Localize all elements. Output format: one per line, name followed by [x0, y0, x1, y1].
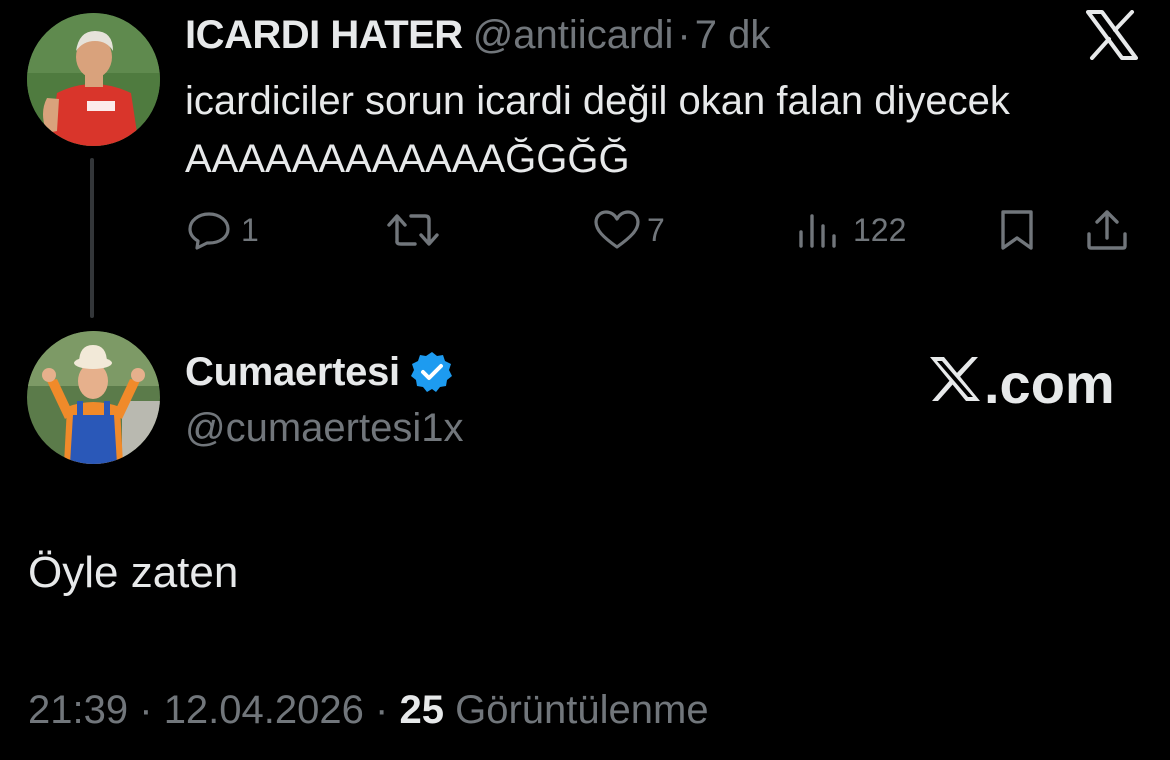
parent-author-handle[interactable]: @antiicardi — [473, 13, 674, 57]
like-button[interactable]: 7 — [593, 200, 665, 260]
bookmark-button[interactable] — [997, 200, 1037, 260]
like-count: 7 — [647, 211, 665, 248]
reply-icon — [187, 210, 231, 250]
avatar-icardi-hater[interactable] — [27, 13, 160, 146]
parent-tweet-actions: 1 7 122 — [185, 200, 1145, 260]
reply-author-handle[interactable]: @cumaertesi1x — [185, 404, 463, 452]
retweet-button[interactable] — [385, 200, 441, 260]
like-icon — [593, 209, 641, 251]
views-icon — [797, 210, 839, 250]
meta-separator: · — [139, 688, 153, 732]
bookmark-icon — [997, 208, 1037, 252]
views-label: Görüntülenme — [455, 688, 709, 732]
tweet-time[interactable]: 21:39 — [28, 688, 128, 732]
retweet-icon — [385, 210, 441, 250]
reply-author-name[interactable]: Cumaertesi — [185, 348, 400, 396]
tweet-date[interactable]: 12.04.2026 — [164, 688, 364, 732]
x-logo-icon[interactable] — [1086, 10, 1138, 60]
views-button[interactable]: 122 — [797, 200, 906, 260]
reply-tweet-body: Öyle zaten — [28, 548, 239, 597]
parent-tweet-text: icardiciler sorun icardi değil okan fala… — [185, 72, 1145, 188]
x-logo-icon — [928, 354, 984, 414]
x-com-watermark: .com — [928, 354, 1115, 414]
share-icon — [1085, 208, 1129, 252]
reply-count: 1 — [241, 211, 259, 248]
avatar-cumaertesi[interactable] — [27, 331, 160, 464]
share-button[interactable] — [1085, 200, 1129, 260]
parent-tweet-text-line1: icardiciler sorun icardi değil okan fala… — [185, 79, 1010, 123]
thread-connector-line — [90, 158, 94, 318]
parent-tweet-header: ICARDI HATER @antiicardi · 7 dk — [185, 12, 770, 58]
reply-button[interactable]: 1 — [187, 200, 259, 260]
meta-separator: · — [375, 688, 389, 732]
header-separator: · — [677, 13, 691, 57]
watermark-text: .com — [984, 352, 1115, 415]
reply-tweet-meta: 21:39 · 12.04.2026 · 25 Görüntülenme — [28, 686, 709, 734]
reply-author-name-row: Cumaertesi — [185, 348, 454, 396]
parent-tweet-time[interactable]: 7 dk — [695, 13, 771, 57]
views-count: 122 — [853, 211, 907, 248]
parent-author-name[interactable]: ICARDI HATER — [185, 13, 463, 57]
verified-badge-icon — [410, 350, 454, 394]
views-count[interactable]: 25 — [399, 688, 444, 732]
parent-tweet-text-line2: AAAAAAAAAAAAĞGĞĞ — [185, 137, 630, 181]
